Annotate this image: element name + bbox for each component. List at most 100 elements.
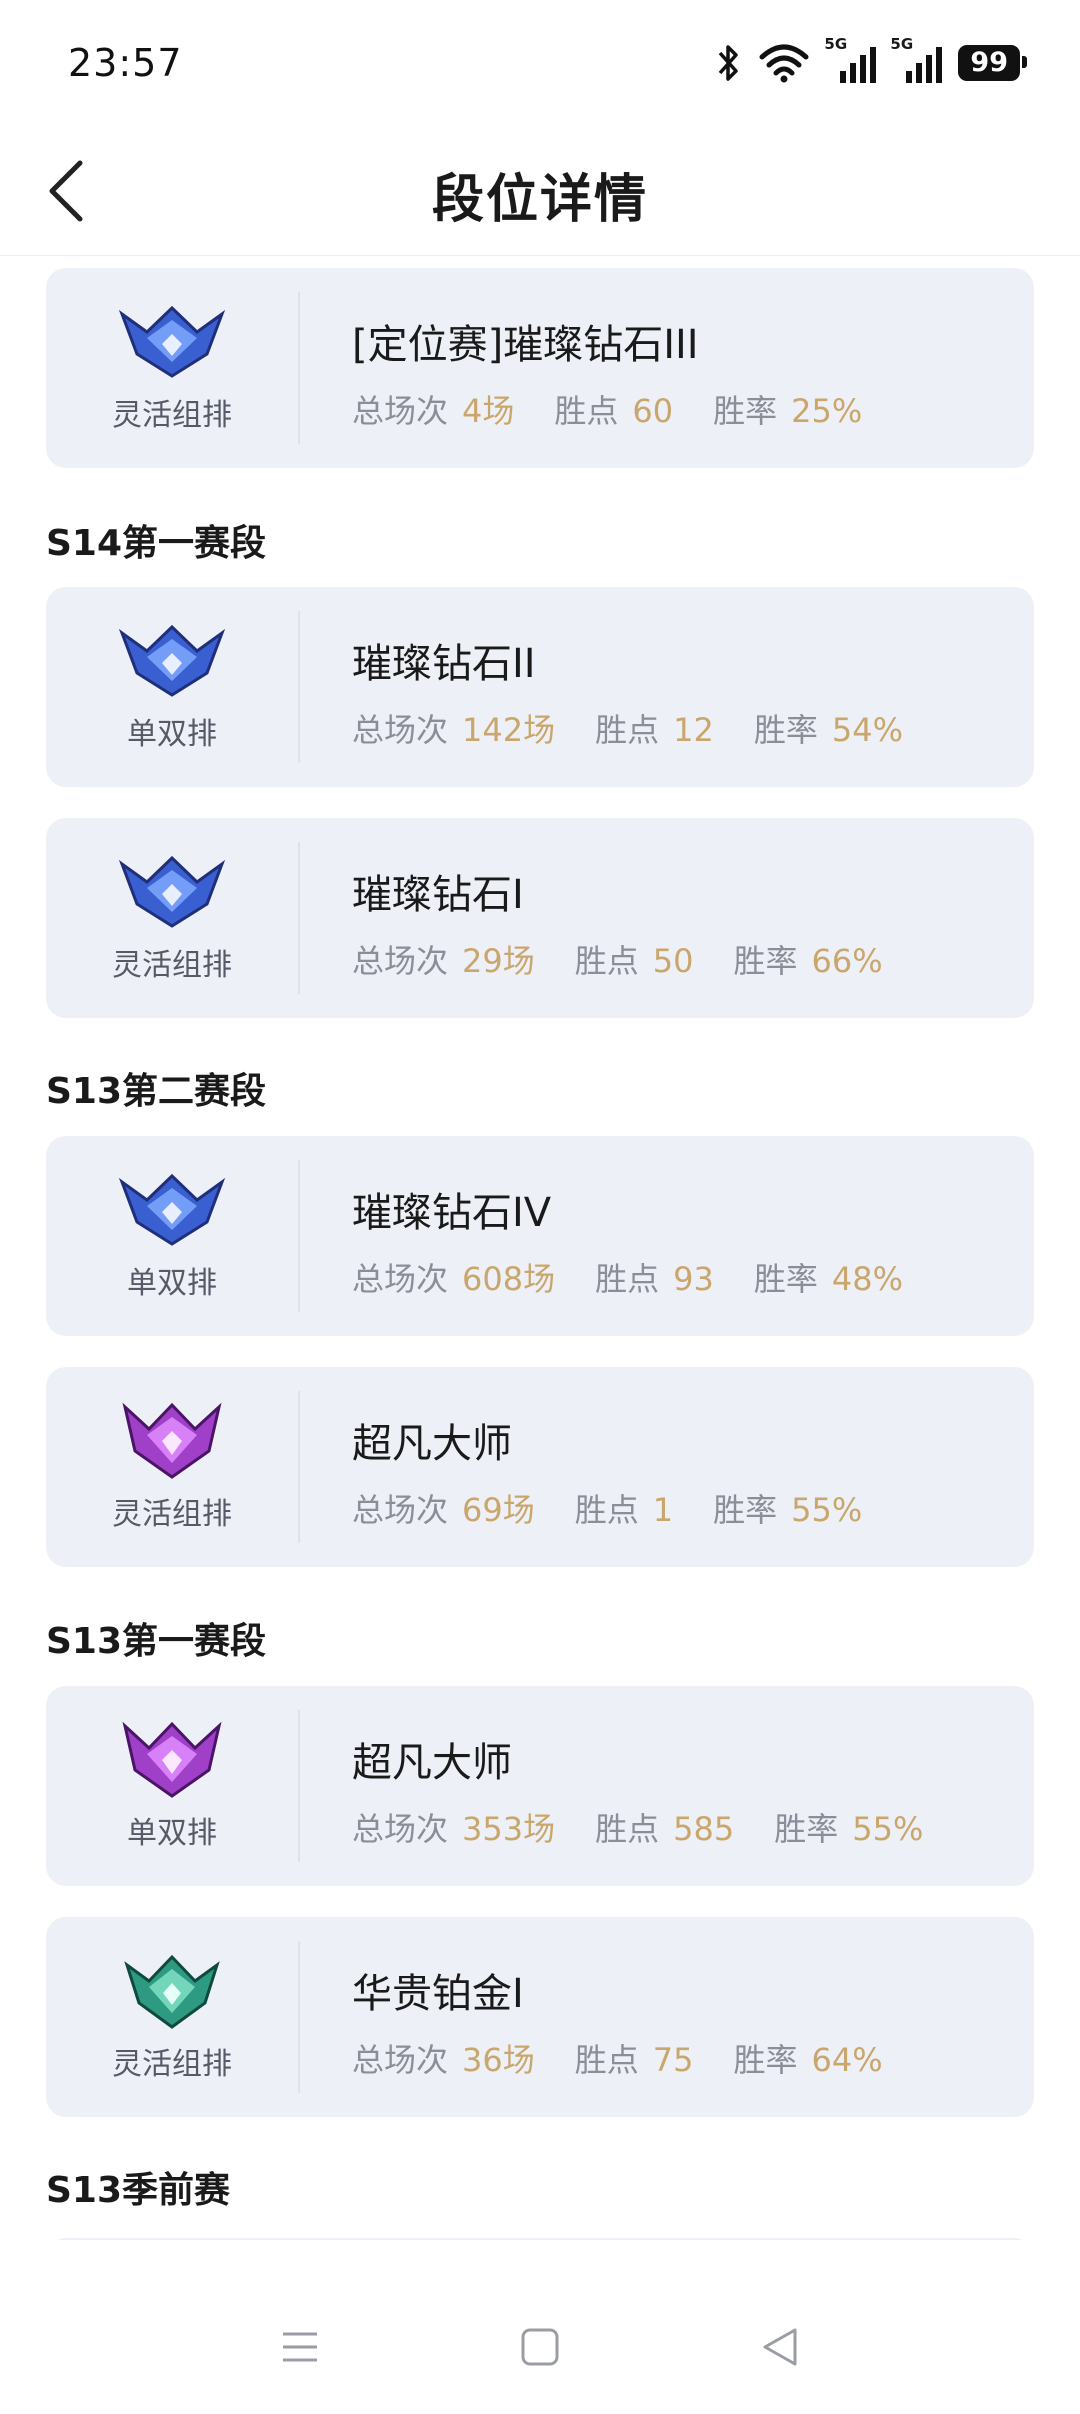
rank-name: 璀璨钻石I	[352, 872, 524, 918]
divider	[298, 1710, 300, 1862]
points-label: 胜点	[595, 1260, 660, 1298]
games-value: 353场	[462, 1810, 556, 1848]
divider	[298, 611, 300, 763]
rank-name: 超凡大师	[352, 1421, 512, 1467]
diamond-emblem-icon	[118, 855, 226, 928]
rank-card[interactable]: 灵活组排 璀璨钻石I 总场次 29场 胜点 50 胜率 66%	[46, 818, 1034, 1018]
app-header: 段位详情	[0, 125, 1080, 256]
queue-type: 灵活组排	[112, 948, 232, 983]
rank-stats: 总场次 69场 胜点 1 胜率 55%	[352, 1485, 862, 1531]
winrate-value: 64%	[811, 2041, 883, 2079]
diamond-emblem-icon	[118, 624, 226, 697]
points-value: 75	[652, 2041, 694, 2079]
back-icon[interactable]	[757, 2324, 803, 2370]
season-title: S13第二赛段	[46, 1071, 267, 1112]
winrate-label: 胜率	[753, 1260, 818, 1298]
divider	[298, 1160, 300, 1312]
rank-card[interactable]: 单双排 璀璨钻石II 总场次 142场 胜点 12 胜率 54%	[46, 587, 1034, 787]
divider	[298, 1941, 300, 2093]
rank-card[interactable]: 灵活组排 超凡大师 总场次 69场 胜点 1 胜率 55%	[46, 1367, 1034, 1567]
master-emblem-icon	[122, 1402, 222, 1479]
queue-type: 单双排	[127, 717, 217, 752]
points-label: 胜点	[574, 942, 639, 980]
master-emblem-icon	[122, 1721, 222, 1798]
menu-icon[interactable]	[277, 2324, 323, 2370]
winrate-value: 55%	[791, 1491, 863, 1529]
points-label: 胜点	[595, 711, 660, 749]
winrate-value: 48%	[831, 1260, 903, 1298]
queue-type: 灵活组排	[112, 1497, 232, 1532]
games-label: 总场次	[352, 1491, 449, 1529]
points-value: 93	[673, 1260, 714, 1298]
wifi-icon	[759, 44, 809, 82]
rank-card-partial[interactable]	[46, 2238, 1034, 2240]
season-title: S14第一赛段	[46, 523, 267, 564]
rank-card[interactable]: 单双排 超凡大师 总场次 353场 胜点 585 胜率 55%	[46, 1686, 1034, 1886]
games-value: 36场	[462, 2041, 535, 2079]
rank-history-list[interactable]: 灵活组排 [定位赛]璀璨钻石III 总场次 4场 胜点 60 胜率 25% S14第一赛段…	[0, 256, 1080, 2240]
network-type-label: 5G	[890, 34, 914, 53]
winrate-label: 胜率	[713, 392, 778, 430]
points-value: 585	[673, 1810, 735, 1848]
rank-stats: 总场次 4场 胜点 60 胜率 25%	[352, 386, 862, 432]
games-label: 总场次	[352, 711, 449, 749]
points-value: 12	[673, 711, 714, 749]
winrate-value: 66%	[811, 942, 883, 980]
winrate-value: 54%	[831, 711, 903, 749]
games-value: 29场	[462, 942, 535, 980]
status-icons: 5G 5G 99	[714, 35, 1027, 83]
season-title: S13季前赛	[46, 2170, 231, 2211]
rank-stats: 总场次 36场 胜点 75 胜率 64%	[352, 2035, 883, 2081]
points-label: 胜点	[554, 392, 619, 430]
diamond-emblem-icon	[118, 305, 226, 378]
winrate-value: 25%	[791, 392, 863, 430]
rank-card[interactable]: 单双排 璀璨钻石IV 总场次 608场 胜点 93 胜率 48%	[46, 1136, 1034, 1336]
network-type-label: 5G	[824, 34, 848, 53]
rank-stats: 总场次 29场 胜点 50 胜率 66%	[352, 936, 883, 982]
rank-name: 华贵铂金I	[352, 1971, 524, 2017]
page-title: 段位详情	[431, 170, 648, 230]
rank-name: 璀璨钻石II	[352, 641, 536, 687]
winrate-label: 胜率	[713, 1491, 778, 1529]
divider	[298, 1391, 300, 1543]
rank-stats: 总场次 142场 胜点 12 胜率 54%	[352, 705, 903, 751]
games-label: 总场次	[352, 392, 449, 430]
points-value: 60	[632, 392, 674, 430]
rank-name: 超凡大师	[352, 1740, 512, 1786]
points-label: 胜点	[574, 1491, 639, 1529]
home-icon[interactable]	[517, 2324, 563, 2370]
games-label: 总场次	[352, 942, 449, 980]
winrate-value: 55%	[852, 1810, 924, 1848]
winrate-label: 胜率	[733, 942, 798, 980]
diamond-emblem-icon	[118, 1173, 226, 1246]
season-title: S13第一赛段	[46, 1621, 267, 1662]
rank-name: 璀璨钻石IV	[352, 1190, 552, 1236]
queue-type: 灵活组排	[112, 398, 232, 433]
rank-card[interactable]: 灵活组排 华贵铂金I 总场次 36场 胜点 75 胜率 64%	[46, 1917, 1034, 2117]
games-label: 总场次	[352, 1260, 449, 1298]
platinum-emblem-icon	[124, 1954, 220, 2029]
rank-card[interactable]: 灵活组排 [定位赛]璀璨钻石III 总场次 4场 胜点 60 胜率 25%	[46, 268, 1034, 468]
cell-signal-2-icon: 5G	[890, 35, 943, 83]
winrate-label: 胜率	[774, 1810, 839, 1848]
rank-stats: 总场次 608场 胜点 93 胜率 48%	[352, 1254, 903, 1300]
queue-type: 单双排	[127, 1266, 217, 1301]
divider	[298, 842, 300, 994]
rank-name: [定位赛]璀璨钻石III	[352, 322, 699, 368]
games-value: 69场	[462, 1491, 535, 1529]
winrate-label: 胜率	[753, 711, 818, 749]
battery-icon: 99	[958, 44, 1027, 81]
status-time: 23:57	[68, 40, 183, 85]
points-value: 50	[652, 942, 694, 980]
queue-type: 灵活组排	[112, 2047, 232, 2082]
system-nav-bar	[0, 2280, 1080, 2414]
games-value: 4场	[462, 392, 515, 430]
winrate-label: 胜率	[733, 2041, 798, 2079]
points-label: 胜点	[574, 2041, 639, 2079]
bluetooth-icon	[719, 44, 739, 81]
games-value: 142场	[462, 711, 556, 749]
divider	[298, 292, 300, 444]
status-bar: 23:57 5G 5G 99	[0, 0, 1080, 125]
games-label: 总场次	[352, 2041, 449, 2079]
cell-signal-1-icon: 5G	[824, 35, 877, 83]
